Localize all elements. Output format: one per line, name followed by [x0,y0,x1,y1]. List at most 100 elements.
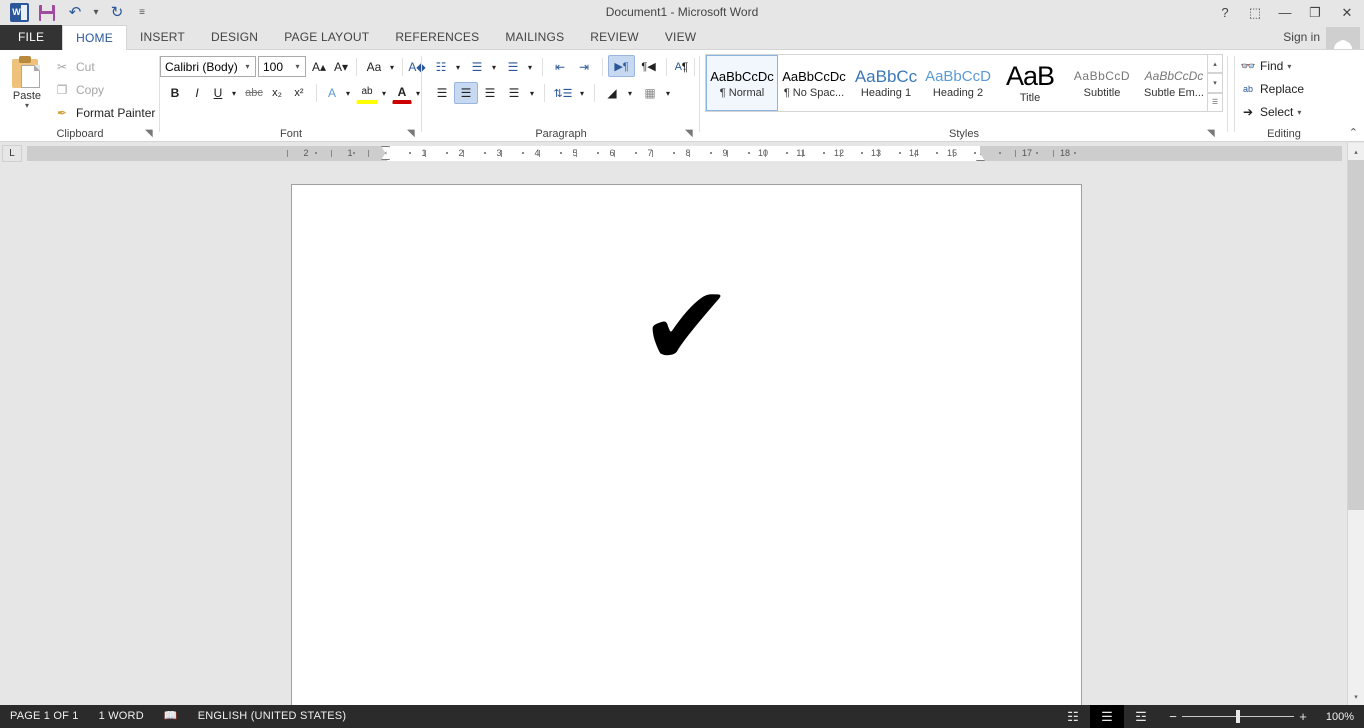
shading-button[interactable]: ◢ [600,82,624,104]
styles-scroll-down-button[interactable]: ▾ [1207,73,1223,92]
scrollbar-track[interactable] [1348,510,1364,688]
tab-review[interactable]: REVIEW [577,25,652,50]
restore-button[interactable]: ❐ [1300,0,1330,25]
font-size-combo[interactable]: 100 ▾ [258,56,306,77]
rtl-text-direction-button[interactable]: ¶◀ [635,55,662,77]
vertical-scrollbar[interactable]: ▴ ▾ [1347,143,1364,705]
zoom-level-label[interactable]: 100% [1318,711,1364,723]
bullets-dropdown[interactable]: ▾ [452,56,464,78]
underline-dropdown[interactable]: ▾ [228,82,240,104]
zoom-in-button[interactable]: + [1294,709,1312,724]
strikethrough-button[interactable]: abc [242,82,266,104]
increase-indent-button[interactable]: ⇥ [572,56,596,78]
numbering-dropdown[interactable]: ▾ [488,56,500,78]
scroll-down-button[interactable]: ▾ [1348,688,1364,705]
close-button[interactable]: ✕ [1330,0,1364,25]
tab-view[interactable]: VIEW [652,25,709,50]
tab-insert[interactable]: INSERT [127,25,198,50]
zoom-out-button[interactable]: − [1164,709,1182,724]
style-subtitle[interactable]: AaBbCcD Subtitle [1066,55,1138,111]
show-formatting-marks-button[interactable]: ¶ [674,56,696,78]
justify-button[interactable]: ☰ [502,82,526,104]
shading-dropdown[interactable]: ▾ [624,82,636,104]
minimize-button[interactable]: — [1270,0,1300,25]
shrink-font-button[interactable]: A▾ [330,56,352,78]
format-painter-button[interactable]: ✒ Format Painter [52,102,155,123]
text-highlight-color-button[interactable]: ab [356,82,378,104]
page-indicator[interactable]: PAGE 1 OF 1 [0,705,89,728]
style-no-spacing[interactable]: AaBbCcDc ¶ No Spac... [778,55,850,111]
line-spacing-dropdown[interactable]: ▾ [576,82,588,104]
sign-in-link[interactable]: Sign in [1283,25,1320,50]
multilevel-list-button[interactable]: ☰ [502,56,524,78]
clipboard-dialog-launcher[interactable]: ◥ [145,128,156,139]
zoom-thumb[interactable] [1236,710,1240,723]
save-button[interactable] [34,1,60,24]
line-spacing-button[interactable]: ⇅☰ [550,82,576,104]
bullets-button[interactable]: ☷ [430,56,452,78]
bold-button[interactable]: B [164,82,186,104]
ribbon-display-options-button[interactable]: ⬚ [1240,0,1270,25]
style-subtle-emphasis[interactable]: AaBbCcDc Subtle Em... [1138,55,1210,111]
change-case-dropdown[interactable]: ▾ [386,56,398,78]
zoom-slider[interactable]: − + [1164,709,1312,724]
style-normal[interactable]: AaBbCcDc ¶ Normal [706,55,778,111]
avatar[interactable] [1326,27,1360,49]
borders-dropdown[interactable]: ▾ [662,82,674,104]
proofing-errors-icon[interactable]: 📖 [154,705,188,728]
language-indicator[interactable]: ENGLISH (UNITED STATES) [188,705,356,728]
underline-button[interactable]: U [208,82,228,104]
tab-page-layout[interactable]: PAGE LAYOUT [271,25,382,50]
tab-mailings[interactable]: MAILINGS [492,25,577,50]
document-page[interactable]: ✔ [291,184,1082,724]
text-effects-button[interactable]: A [322,82,342,104]
replace-button[interactable]: ab Replace [1240,78,1304,100]
tab-design[interactable]: DESIGN [198,25,271,50]
chevron-down-icon[interactable]: ▾ [290,62,305,71]
ltr-text-direction-button[interactable]: ▶¶ [608,55,635,77]
multilevel-list-dropdown[interactable]: ▾ [524,56,536,78]
tab-file[interactable]: FILE [0,25,62,50]
collapse-ribbon-button[interactable]: ⌃ [1349,126,1358,139]
align-left-button[interactable]: ☰ [430,82,454,104]
redo-button[interactable]: ↻ [104,1,130,24]
word-count[interactable]: 1 WORD [89,705,154,728]
font-dialog-launcher[interactable]: ◥ [407,128,418,139]
undo-button[interactable]: ↶ [62,1,88,24]
select-button[interactable]: ➔ Select ▾ [1240,101,1301,123]
superscript-button[interactable]: x² [288,82,310,104]
decrease-indent-button[interactable]: ⇤ [548,56,572,78]
scroll-up-button[interactable]: ▴ [1348,143,1364,160]
align-center-button[interactable]: ☰ [454,82,478,104]
tab-references[interactable]: REFERENCES [382,25,492,50]
paste-button[interactable]: Paste ▾ [6,54,48,110]
styles-more-button[interactable]: ☰ [1207,93,1223,112]
chevron-down-icon[interactable]: ▾ [1287,62,1291,71]
scrollbar-thumb[interactable] [1348,160,1364,510]
customize-quick-access-button[interactable]: ≡ [132,1,152,24]
print-layout-button[interactable]: ☰ [1090,705,1124,728]
paragraph-dialog-launcher[interactable]: ◥ [685,128,696,139]
copy-button[interactable]: ❐ Copy [52,79,104,100]
styles-dialog-launcher[interactable]: ◥ [1207,128,1218,139]
italic-button[interactable]: I [186,82,208,104]
borders-button[interactable]: ▦ [638,82,662,104]
subscript-button[interactable]: x₂ [266,82,288,104]
web-layout-button[interactable]: ☲ [1124,705,1158,728]
cut-button[interactable]: ✂ Cut [52,56,95,77]
grow-font-button[interactable]: A▴ [308,56,330,78]
chevron-down-icon[interactable]: ▾ [1297,108,1301,117]
style-heading-2[interactable]: AaBbCcD Heading 2 [922,55,994,111]
find-button[interactable]: 👓 Find ▾ [1240,55,1291,77]
text-highlight-dropdown[interactable]: ▾ [378,82,390,104]
font-color-button[interactable]: A [392,82,412,104]
justify-dropdown[interactable]: ▾ [526,82,538,104]
numbering-button[interactable]: ☰ [466,56,488,78]
change-case-button[interactable]: Aa [362,56,386,78]
zoom-track[interactable] [1182,716,1294,717]
undo-dropdown[interactable]: ▾ [90,1,102,24]
horizontal-ruler[interactable]: 2 1 1 2 3 4 5 6 7 8 9 10 11 12 13 14 15 … [27,146,1342,161]
chevron-down-icon[interactable]: ▾ [240,62,255,71]
align-right-button[interactable]: ☰ [478,82,502,104]
help-button[interactable]: ? [1210,0,1240,25]
